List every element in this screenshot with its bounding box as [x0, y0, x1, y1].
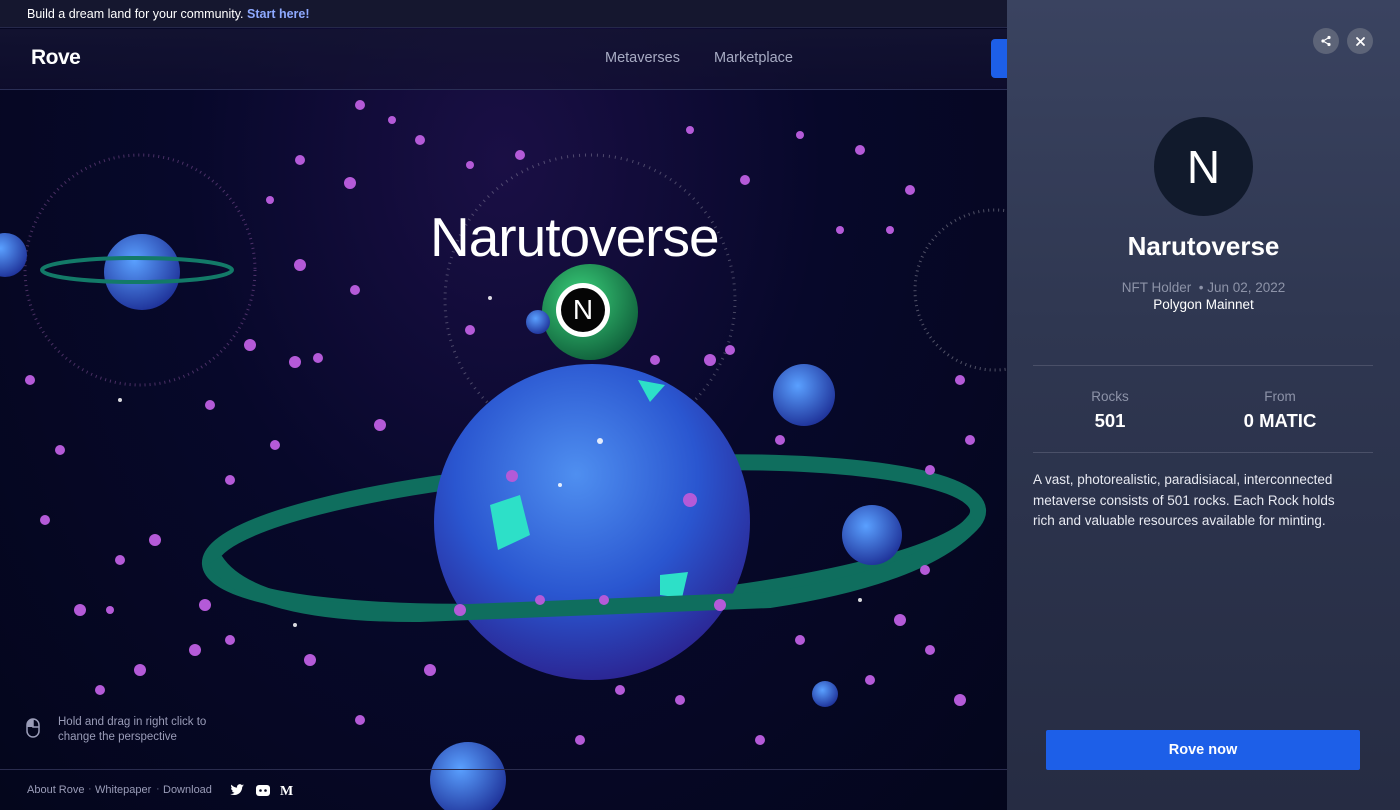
banner-text: Build a dream land for your community.	[27, 7, 244, 21]
medium-icon[interactable]: M	[279, 782, 295, 798]
share-icon	[1321, 35, 1331, 47]
footer-link-about[interactable]: About Rove	[27, 784, 84, 796]
rove-logo[interactable]: Rove	[31, 46, 81, 70]
holder-date: Jun 02, 2022	[1207, 280, 1286, 295]
stat-rocks-value: 501	[1094, 410, 1126, 431]
share-button[interactable]	[1313, 28, 1339, 54]
holder-meta: NFT Holder • Jun 02, 2022	[1121, 280, 1286, 295]
metaverse-title: Narutoverse	[430, 206, 720, 268]
footer-separator: ·	[88, 783, 92, 795]
svg-text:M: M	[280, 784, 293, 798]
footer-link-download[interactable]: Download	[163, 784, 212, 796]
marker-letter: N	[561, 288, 605, 332]
network-label: Polygon Mainnet	[1153, 297, 1254, 312]
mouse-icon	[26, 718, 40, 738]
metaverse-avatar: N	[1154, 117, 1253, 216]
nav-link-metaverses[interactable]: Metaverses	[605, 50, 680, 66]
close-button[interactable]	[1347, 28, 1373, 54]
stat-from-label: From	[1264, 389, 1296, 404]
rove-now-button[interactable]: Rove now	[1046, 730, 1360, 770]
planet-scene[interactable]	[0, 0, 1007, 810]
top-nav: Rove Metaverses Marketplace	[0, 29, 1007, 90]
metaverse-marker[interactable]: N	[556, 283, 610, 337]
panel-title: Narutoverse	[1127, 231, 1280, 261]
nav-link-marketplace[interactable]: Marketplace	[714, 50, 793, 66]
footer-separator: ·	[156, 783, 160, 795]
announcement-banner: Build a dream land for your community. S…	[0, 0, 1007, 28]
divider	[1033, 365, 1373, 366]
discord-icon[interactable]	[255, 782, 271, 798]
stat-rocks-label: Rocks	[1091, 389, 1129, 404]
holder-label: NFT Holder	[1121, 280, 1192, 295]
hint-text: Hold and drag in right click to change t…	[58, 716, 207, 743]
footer-link-whitepaper[interactable]: Whitepaper	[95, 784, 151, 796]
stat-from-value: 0 MATIC	[1243, 410, 1317, 431]
close-icon	[1355, 36, 1365, 46]
nav-cta-button[interactable]	[991, 39, 1007, 78]
metaverse-detail-panel: N Narutoverse NFT Holder • Jun 02, 2022 …	[1007, 0, 1400, 810]
twitter-icon[interactable]	[229, 782, 245, 798]
footer: About Rove · Whitepaper · Download M	[0, 769, 1007, 810]
metaverse-stage[interactable]: Narutoverse N Build a dream land for you…	[0, 0, 1007, 810]
metaverse-description: A vast, photorealistic, paradisiacal, in…	[1033, 472, 1335, 528]
divider	[1033, 452, 1373, 453]
banner-link[interactable]: Start here!	[247, 7, 310, 21]
